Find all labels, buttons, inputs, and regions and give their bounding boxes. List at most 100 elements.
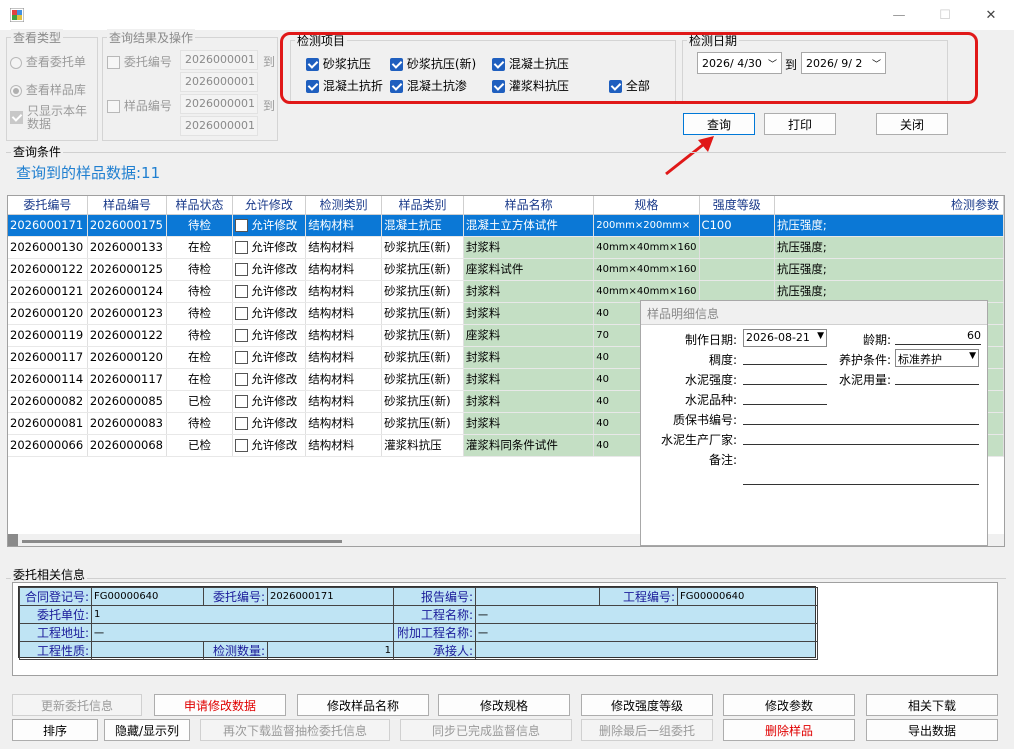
column-header[interactable]: 样品编号 — [87, 196, 168, 215]
cell-commission-no: 2026000082 — [8, 390, 88, 413]
checkbox-icon[interactable] — [234, 263, 248, 276]
curing-value: 标准养护 — [898, 353, 942, 366]
close-window-button[interactable]: ✕ — [968, 0, 1014, 30]
checkbox-icon[interactable] — [234, 439, 248, 452]
checkbox-icon[interactable] — [234, 307, 248, 320]
curing-select[interactable]: 标准养护 ▼ — [895, 349, 979, 367]
table-row[interactable]: 2026000171 2026000175 待检 允许修改 结构材料 混凝土抗压 混凝土立… — [8, 214, 1004, 237]
cell-sample-no: 2026000124 — [87, 280, 168, 303]
radio-view-sample[interactable]: 查看样品库 — [10, 81, 86, 98]
checkbox-icon[interactable] — [234, 373, 248, 386]
request-modify-button[interactable]: 申请修改数据 — [154, 694, 286, 716]
print-button[interactable]: 打印 — [764, 113, 836, 135]
delete-sample-button[interactable]: 删除样品 — [723, 719, 855, 741]
qty-value: 1 — [267, 641, 394, 660]
checkbox-commission-no[interactable]: 委托编号 — [107, 53, 172, 70]
cell-allow-modify[interactable]: 允许修改 — [232, 324, 307, 347]
unit-label: 委托单位: — [19, 605, 92, 624]
related-download-button[interactable]: 相关下载 — [866, 694, 998, 716]
make-date-picker[interactable]: 2026-08-21 ▼ — [743, 329, 827, 347]
commission-to-input[interactable]: 2026000001 — [180, 72, 258, 92]
cement-strength-field[interactable] — [743, 369, 827, 385]
radio-view-commission[interactable]: 查看委托单 — [10, 53, 86, 70]
checkbox-icon[interactable] — [234, 395, 248, 408]
checkbox-icon — [107, 56, 120, 69]
cell-test-category: 结构材料 — [305, 280, 383, 303]
commission-from-input[interactable]: 2026000001 — [180, 50, 258, 70]
minimize-button[interactable]: — — [876, 0, 922, 30]
modify-strength-button[interactable]: 修改强度等级 — [581, 694, 713, 716]
export-data-button[interactable]: 导出数据 — [866, 719, 998, 741]
cell-params: 抗压强度; — [774, 214, 1004, 237]
sample-detail-panel: 样品明细信息 制作日期: 2026-08-21 ▼ 龄期: 60 稠度: 养护条件… — [640, 300, 988, 546]
column-header[interactable]: 样品名称 — [463, 196, 595, 215]
checkbox-icon[interactable] — [234, 241, 248, 254]
table-row[interactable]: 2026000122 2026000125 待检 允许修改 结构材料 砂浆抗压(新) 座浆… — [8, 258, 1004, 281]
scroll-left-arrow[interactable] — [8, 534, 18, 546]
curing-label: 养护条件: — [838, 353, 891, 367]
checkbox-icon[interactable] — [234, 417, 248, 430]
column-header[interactable]: 样品类别 — [381, 196, 464, 215]
cement-amount-field[interactable] — [895, 369, 979, 385]
cell-sample-category: 砂浆抗压(新) — [381, 346, 464, 369]
checkbox-icon[interactable] — [234, 219, 248, 232]
sample-from-input[interactable]: 2026000001 — [180, 94, 258, 114]
cell-allow-modify[interactable]: 允许修改 — [232, 368, 307, 391]
modify-sample-name-button[interactable]: 修改样品名称 — [297, 694, 429, 716]
checkbox-sample-no[interactable]: 样品编号 — [107, 97, 172, 114]
cell-allow-modify[interactable]: 允许修改 — [232, 214, 307, 237]
age-value[interactable]: 60 — [895, 329, 981, 345]
app-icon — [10, 8, 24, 22]
checkbox-icon[interactable] — [234, 351, 248, 364]
make-date-value: 2026-08-21 — [746, 331, 810, 344]
cell-test-category: 结构材料 — [305, 368, 383, 391]
maker-label: 水泥生产厂家: — [660, 433, 737, 447]
sync-supervision-button[interactable]: 同步已完成监督信息 — [400, 719, 572, 741]
checkbox-current-year[interactable]: 只显示本年数据 — [10, 105, 96, 131]
column-header[interactable]: 样品状态 — [166, 196, 233, 215]
maximize-button[interactable]: ☐ — [922, 0, 968, 30]
column-header[interactable]: 允许修改 — [232, 196, 307, 215]
modify-params-button[interactable]: 修改参数 — [723, 694, 855, 716]
toggle-columns-button[interactable]: 隐藏/显示列 — [104, 719, 190, 741]
cell-allow-modify[interactable]: 允许修改 — [232, 236, 307, 259]
cell-allow-modify[interactable]: 允许修改 — [232, 434, 307, 457]
maker-field[interactable] — [743, 429, 979, 445]
cell-sample-name: 封浆料 — [463, 368, 595, 391]
update-commission-button[interactable]: 更新委托信息 — [12, 694, 142, 716]
cell-status: 待检 — [166, 280, 233, 303]
cell-allow-modify[interactable]: 允许修改 — [232, 280, 307, 303]
cell-status: 待检 — [166, 258, 233, 281]
column-header[interactable]: 检测参数 — [774, 196, 1004, 215]
delete-last-group-button[interactable]: 删除最后一组委托 — [581, 719, 713, 741]
column-header[interactable]: 规格 — [593, 196, 700, 215]
cell-sample-name: 封浆料 — [463, 236, 595, 259]
note-field[interactable] — [743, 449, 979, 485]
table-row[interactable]: 2026000121 2026000124 待检 允许修改 结构材料 砂浆抗压(新) 封浆… — [8, 280, 1004, 303]
sort-button[interactable]: 排序 — [12, 719, 98, 741]
checkbox-icon[interactable] — [234, 285, 248, 298]
modify-spec-button[interactable]: 修改规格 — [438, 694, 570, 716]
consistency-field[interactable] — [743, 349, 827, 365]
column-header[interactable]: 强度等级 — [699, 196, 775, 215]
column-header[interactable]: 委托编号 — [8, 196, 88, 215]
close-button[interactable]: 关闭 — [876, 113, 948, 135]
scroll-thumb[interactable] — [22, 540, 342, 543]
redownload-supervision-button[interactable]: 再次下载监督抽检委托信息 — [200, 719, 390, 741]
cell-allow-modify[interactable]: 允许修改 — [232, 412, 307, 435]
cert-field[interactable] — [743, 409, 979, 425]
cell-allow-modify[interactable]: 允许修改 — [232, 258, 307, 281]
cell-allow-modify[interactable]: 允许修改 — [232, 390, 307, 413]
cell-status: 在检 — [166, 346, 233, 369]
column-header[interactable]: 检测类别 — [305, 196, 383, 215]
table-row[interactable]: 2026000130 2026000133 在检 允许修改 结构材料 砂浆抗压(新) 封浆… — [8, 236, 1004, 259]
cell-commission-no: 2026000121 — [8, 280, 88, 303]
cell-allow-modify[interactable]: 允许修改 — [232, 346, 307, 369]
cell-allow-modify[interactable]: 允许修改 — [232, 302, 307, 325]
cell-sample-no: 2026000133 — [87, 236, 168, 259]
unit-value: 1 — [91, 605, 394, 624]
consistency-label: 稠度: — [708, 353, 737, 367]
checkbox-icon[interactable] — [234, 329, 248, 342]
cement-type-field[interactable] — [743, 389, 827, 405]
sample-to-input[interactable]: 2026000001 — [180, 116, 258, 136]
